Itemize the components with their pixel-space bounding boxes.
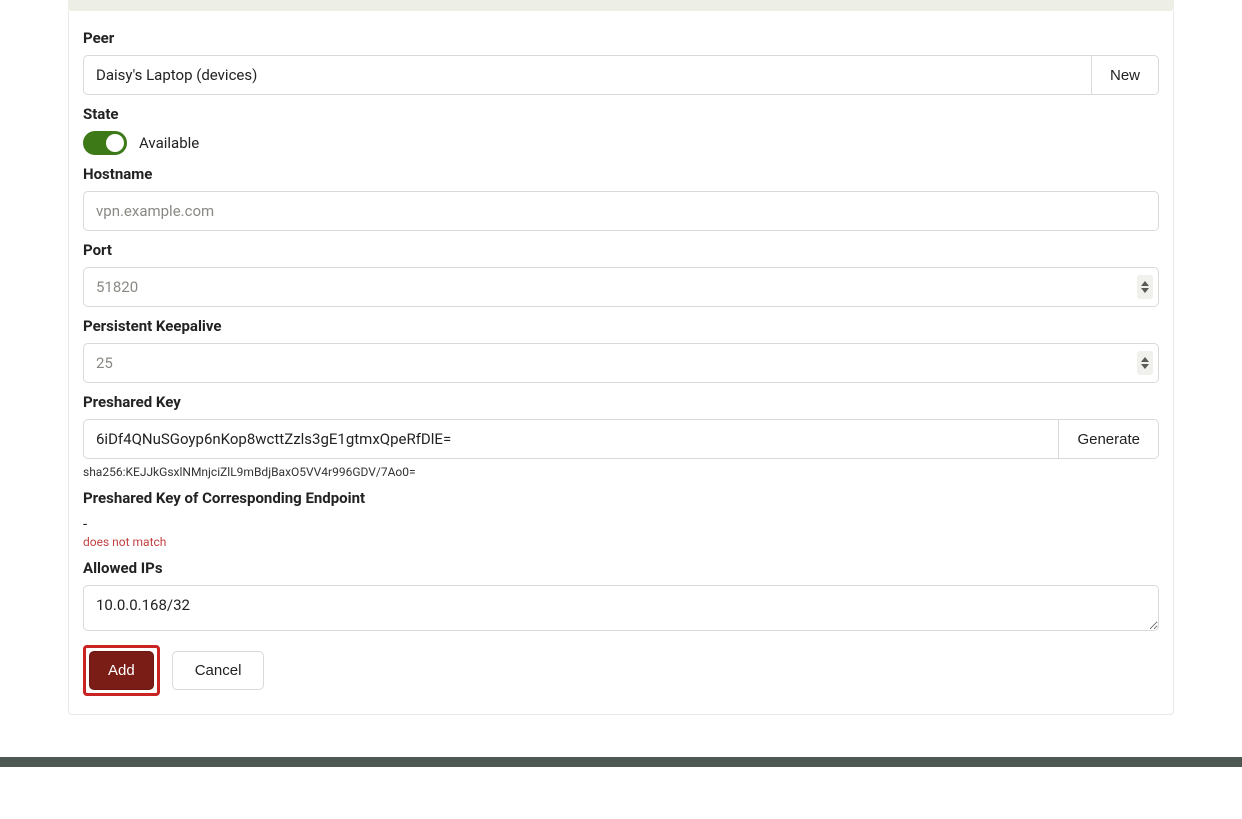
keepalive-step-up-icon[interactable] [1141,357,1149,362]
psk-input[interactable] [83,419,1058,459]
footer-strip [0,757,1242,767]
generate-psk-button[interactable]: Generate [1058,419,1159,459]
peer-input[interactable] [83,55,1091,95]
keepalive-stepper[interactable] [1137,351,1153,375]
corresponding-psk-value: - [83,515,1159,533]
allowed-ips-label: Allowed IPs [83,559,1159,577]
psk-label: Preshared Key [83,393,1159,411]
state-toggle[interactable] [83,131,127,155]
keepalive-input[interactable] [83,343,1159,383]
new-peer-button[interactable]: New [1091,55,1159,95]
port-input[interactable] [83,267,1159,307]
psk-hash: sha256:KEJJkGsxlNMnjciZlL9mBdjBaxO5VV4r9… [83,465,1159,479]
add-button-highlight: Add [83,645,160,696]
keepalive-step-down-icon[interactable] [1141,364,1149,369]
keepalive-label: Persistent Keepalive [83,317,1159,335]
corresponding-psk-label: Preshared Key of Corresponding Endpoint [83,489,1159,507]
page-header-strip [68,0,1174,11]
endpoint-form: Peer New State Available Hostname Port [68,11,1174,715]
hostname-input[interactable] [83,191,1159,231]
peer-label: Peer [83,29,1159,47]
port-label: Port [83,241,1159,259]
state-value-label: Available [139,134,199,152]
add-button[interactable]: Add [89,651,154,690]
port-step-up-icon[interactable] [1141,281,1149,286]
port-step-down-icon[interactable] [1141,288,1149,293]
hostname-label: Hostname [83,165,1159,183]
port-stepper[interactable] [1137,275,1153,299]
cancel-button[interactable]: Cancel [172,651,265,690]
allowed-ips-input[interactable] [83,585,1159,631]
state-label: State [83,105,1159,123]
corresponding-psk-warning: does not match [83,535,1159,549]
